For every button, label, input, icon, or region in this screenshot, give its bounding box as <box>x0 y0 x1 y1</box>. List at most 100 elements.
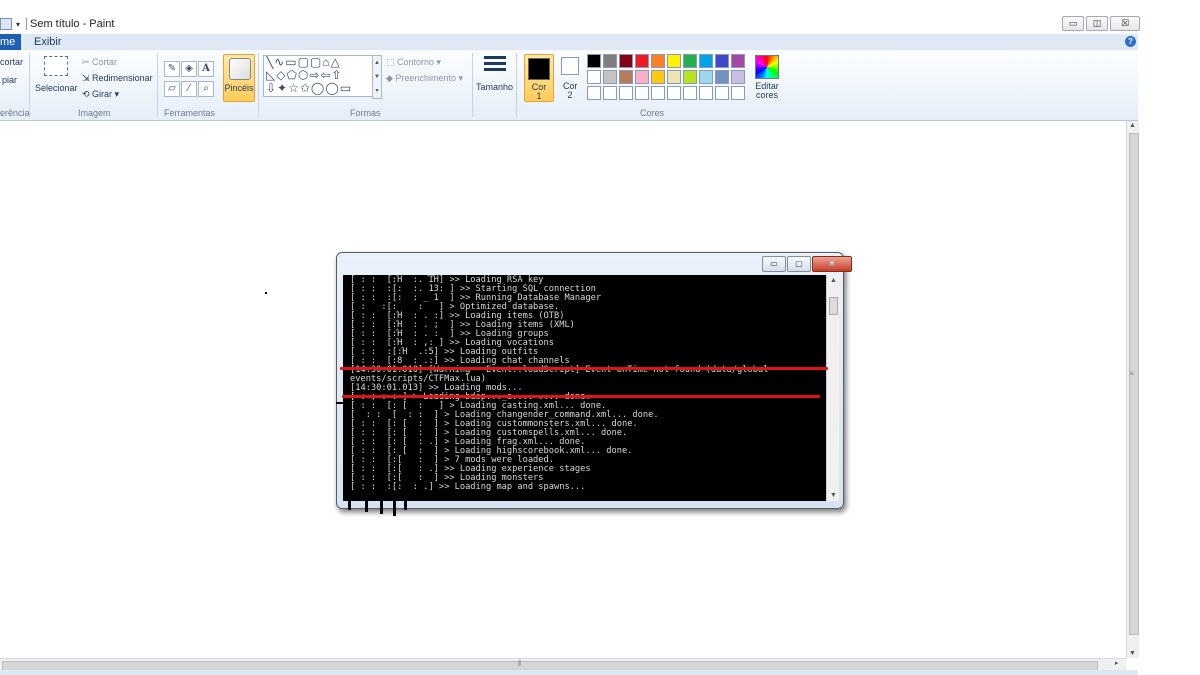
black-scribble <box>365 500 368 512</box>
edit-colors-button[interactable]: Editar cores <box>754 82 780 100</box>
scroll-grip-icon: ≡ <box>1129 369 1134 378</box>
palette-swatch[interactable] <box>587 70 601 84</box>
scroll-right-icon[interactable]: ▸ <box>1115 659 1119 667</box>
group-separator <box>157 53 158 117</box>
palette-swatch[interactable] <box>731 70 745 84</box>
ribbon: cortar piar erência Selecionar ✂ Cortar … <box>0 50 1138 121</box>
palette-swatch[interactable] <box>635 54 649 68</box>
palette-swatch[interactable] <box>731 54 745 68</box>
red-marker-line-top <box>340 367 828 370</box>
color2-swatch[interactable] <box>561 57 579 75</box>
crop-button[interactable]: ✂ Cortar <box>82 57 117 68</box>
eraser-icon[interactable]: ▱ <box>164 81 180 97</box>
size-button[interactable]: Tamanho <box>476 82 513 92</box>
copy-button[interactable]: piar <box>2 75 17 85</box>
palette-swatch[interactable] <box>619 54 633 68</box>
black-scribble <box>380 500 383 514</box>
console-scrollbar: ▲ ▼ <box>826 275 839 501</box>
group-separator <box>258 53 259 117</box>
palette-swatch[interactable] <box>699 54 713 68</box>
palette-swatch[interactable] <box>635 86 649 100</box>
color2-label[interactable]: Cor 2 <box>563 82 578 100</box>
tab-home[interactable]: me <box>0 34 22 50</box>
text-tool-icon[interactable]: A <box>198 61 214 77</box>
pencil-icon[interactable]: ✎ <box>164 61 180 77</box>
edit-colors-icon[interactable] <box>755 55 779 79</box>
fill-dropdown[interactable]: ◆ Preenchimento ▾ <box>386 73 463 84</box>
scroll-down-icon[interactable]: ▼ <box>1129 650 1136 657</box>
palette-swatch[interactable] <box>651 54 665 68</box>
color-palette <box>587 54 745 100</box>
palette-swatch[interactable] <box>683 54 697 68</box>
brush-icon <box>229 58 251 80</box>
palette-swatch[interactable] <box>667 54 681 68</box>
color1-label: Cor 1 <box>531 82 547 101</box>
cut-button[interactable]: cortar <box>0 57 23 67</box>
resize-label: Redimensionar <box>92 73 153 83</box>
palette-swatch[interactable] <box>603 70 617 84</box>
palette-swatch[interactable] <box>683 70 697 84</box>
console-minimize-icon: ▭ <box>762 256 786 272</box>
shapes-gallery-scroll[interactable]: ▲ ▼ ▾ <box>372 55 382 99</box>
customize-toolbar-icon[interactable]: ▾ <box>16 20 20 29</box>
stray-pixel <box>265 292 267 294</box>
clipboard-group-label: erência <box>0 108 30 118</box>
palette-swatch[interactable] <box>619 86 633 100</box>
outline-dropdown[interactable]: ⬚ Contorno ▾ <box>386 57 441 68</box>
image-group-label: Imagem <box>78 108 111 118</box>
palette-swatch[interactable] <box>651 86 665 100</box>
color1-swatch <box>528 58 550 80</box>
ribbon-tabs: me Exibir ? <box>0 34 1138 50</box>
palette-swatch[interactable] <box>731 86 745 100</box>
color1-button[interactable]: Cor 1 <box>524 54 554 102</box>
size-icon[interactable] <box>484 56 506 76</box>
rotate-label: Girar ▾ <box>92 89 120 99</box>
tools-group-label: Ferramentas <box>164 108 216 118</box>
color-picker-icon[interactable]: ⁄ <box>181 81 197 97</box>
close-button[interactable]: ☒ <box>1110 16 1140 31</box>
palette-swatch[interactable] <box>667 70 681 84</box>
group-separator <box>516 53 517 117</box>
palette-swatch[interactable] <box>667 86 681 100</box>
palette-swatch[interactable] <box>715 86 729 100</box>
console-maximize-icon: ▢ <box>787 256 811 272</box>
black-scribble <box>393 500 396 516</box>
canvas-vertical-scrollbar[interactable]: ▲ ≡ ▼ <box>1126 121 1139 658</box>
palette-swatch[interactable] <box>715 70 729 84</box>
palette-swatch[interactable] <box>651 70 665 84</box>
palette-swatch[interactable] <box>699 70 713 84</box>
group-separator <box>29 53 30 117</box>
scroll-up-icon[interactable]: ▲ <box>1129 122 1136 129</box>
palette-swatch[interactable] <box>699 86 713 100</box>
rotate-button[interactable]: ⟲ Girar ▾ <box>82 89 119 100</box>
black-scribble <box>348 500 351 510</box>
magnifier-icon[interactable]: ⌕ <box>198 81 214 97</box>
palette-swatch[interactable] <box>587 54 601 68</box>
palette-swatch[interactable] <box>715 54 729 68</box>
save-icon[interactable] <box>0 18 12 30</box>
group-separator <box>472 53 473 117</box>
status-bar <box>0 670 1138 675</box>
console-scroll-thumb <box>829 297 838 315</box>
palette-swatch[interactable] <box>603 86 617 100</box>
palette-swatch[interactable] <box>683 86 697 100</box>
shapes-gallery[interactable]: ╲∿▭▢▢⌂△ ◺◇⬠⬡⇨⇦⇧ ⇩✦☆✩◯◯▭ <box>263 55 373 97</box>
console-scroll-up-icon: ▲ <box>830 277 837 284</box>
select-icon[interactable] <box>44 56 68 76</box>
crop-label: Cortar <box>92 57 118 67</box>
console-line: [ : : :[: : .] >> Loading map and spawns… <box>350 482 586 492</box>
palette-swatch[interactable] <box>603 54 617 68</box>
maximize-button[interactable]: ◫ <box>1086 16 1108 31</box>
minimize-button[interactable]: ▭ <box>1062 16 1084 31</box>
resize-button[interactable]: ⇲ Redimensionar <box>82 73 153 84</box>
palette-swatch[interactable] <box>587 86 601 100</box>
vertical-scroll-thumb[interactable] <box>1129 133 1139 635</box>
palette-swatch[interactable] <box>619 70 633 84</box>
select-button[interactable]: Selecionar <box>35 83 78 93</box>
brushes-button[interactable]: Pincéis <box>223 54 255 102</box>
console-close-icon: ✕ <box>812 256 852 272</box>
tab-view[interactable]: Exibir <box>34 34 62 50</box>
palette-swatch[interactable] <box>635 70 649 84</box>
help-icon[interactable]: ? <box>1125 36 1136 47</box>
fill-bucket-icon[interactable]: ◈ <box>181 61 197 77</box>
